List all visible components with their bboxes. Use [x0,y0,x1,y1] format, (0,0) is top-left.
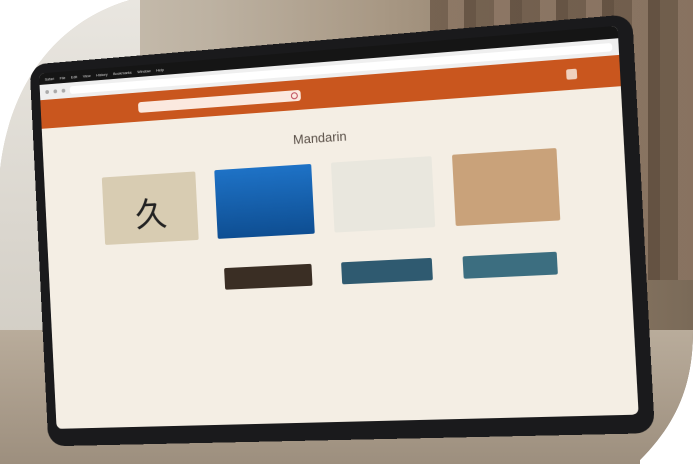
card-caption[interactable] [218,242,315,247]
photo-scene: Safari File Edit View History Bookmarks … [0,0,693,464]
close-window-icon[interactable] [45,90,49,94]
minimize-window-icon[interactable] [53,89,57,93]
card-thumbnail[interactable] [331,156,435,232]
search-input[interactable] [138,89,301,112]
card-thumbnail[interactable]: 久 [102,171,199,245]
menubar-item[interactable]: Help [156,67,164,72]
menubar-item[interactable]: Bookmarks [113,69,132,75]
laptop-screen: Safari File Edit View History Bookmarks … [39,26,639,429]
photo-frame: Safari File Edit View History Bookmarks … [0,0,693,464]
content-card[interactable] [214,164,315,249]
card-thumbnail[interactable] [463,252,558,279]
menubar-item[interactable]: File [59,75,65,80]
card-meta [106,250,200,255]
card-row-second [76,250,598,297]
card-meta [218,244,315,249]
card-thumbnail[interactable] [111,270,196,295]
content-card[interactable] [331,156,436,242]
menubar-item[interactable]: Window [137,68,151,74]
content-card[interactable]: 久 [102,171,199,254]
menubar-item[interactable]: History [96,71,108,77]
account-icon[interactable] [566,69,577,80]
content-card[interactable] [452,148,561,236]
card-caption[interactable] [106,248,200,253]
card-thumbnail[interactable] [214,164,315,239]
card-caption[interactable] [335,235,436,240]
search-icon[interactable] [291,92,298,99]
card-caption[interactable] [456,229,561,235]
card-grid: 久 [72,146,597,256]
card-thumbnail[interactable] [341,258,433,284]
card-thumbnail[interactable] [224,264,312,290]
laptop: Safari File Edit View History Bookmarks … [30,14,655,446]
zoom-window-icon[interactable] [62,89,66,93]
card-thumbnail[interactable] [452,148,560,226]
card-meta [335,237,436,242]
card-meta [456,231,561,236]
menubar-item[interactable]: Edit [71,74,78,79]
menubar-item[interactable]: Safari [45,76,55,82]
menubar-item[interactable]: View [83,73,91,78]
